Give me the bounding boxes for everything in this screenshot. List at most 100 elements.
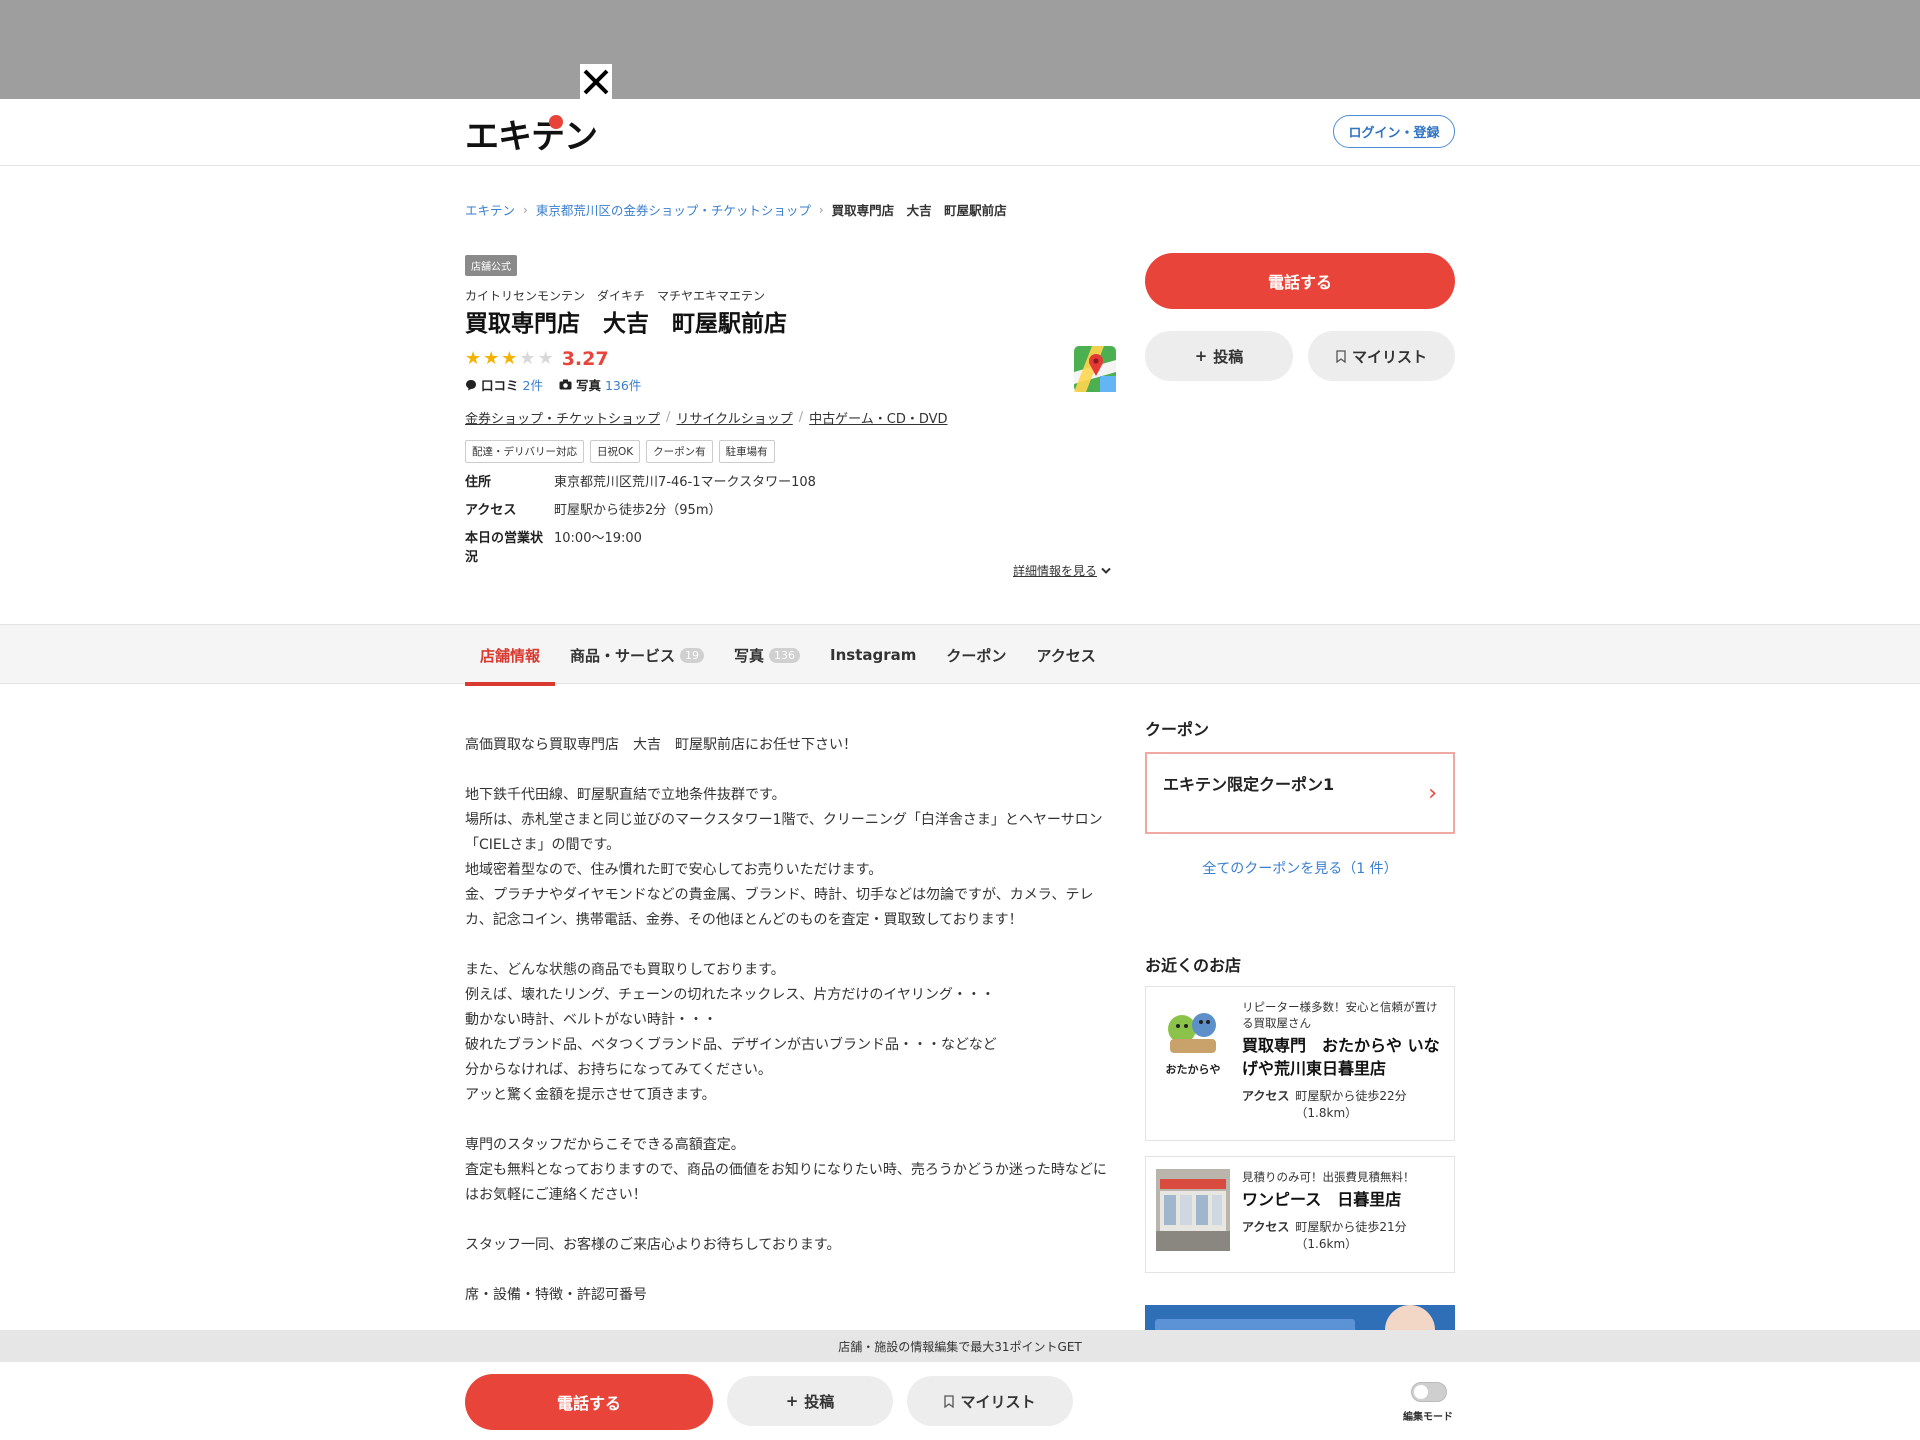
tab-label: Instagram [830, 646, 917, 664]
separator: / [666, 410, 671, 425]
call-button[interactable]: 電話する [1145, 253, 1455, 309]
feature-tag: 駐車場有 [718, 440, 775, 463]
bottom-post-button[interactable]: + 投稿 [727, 1376, 893, 1426]
feature-tag: 日祝OK [590, 440, 641, 463]
category-link[interactable]: 金券ショップ・チケットショップ [465, 408, 660, 427]
logo-dot-icon [549, 115, 563, 129]
speech-bubble-icon [466, 379, 476, 390]
banner-person-image [1385, 1305, 1435, 1330]
address-value: 東京都荒川区荒川7-46-1マークスタワー108 [554, 475, 816, 490]
nearby-thumb-label: おたからや [1165, 1063, 1221, 1076]
bookmark-icon [1336, 349, 1346, 363]
description-paragraph: スタッフ一同、お客様のご来店心よりお待ちしております。 [465, 1237, 841, 1253]
detail-info-link[interactable]: 詳細情報を見る [1013, 562, 1111, 579]
mylist-button[interactable]: マイリスト [1308, 331, 1455, 381]
official-badge: 店舗公式 [465, 255, 517, 276]
map-icon[interactable] [1074, 346, 1116, 392]
tab-access[interactable]: アクセス [1021, 625, 1110, 685]
shop-description: 高価買取なら買取専門店 大吉 町屋駅前店にお任せ下さい！ 地下鉄千代田線、町屋駅… [465, 733, 1115, 1308]
bookmark-icon [944, 1394, 955, 1408]
nearby-shop-card[interactable]: おたからや リピーター様多数！安心と信頼が置ける買取屋さん 買取専門 おたからや… [1145, 986, 1455, 1141]
tab-label: 商品・サービス [570, 646, 676, 665]
description-heading: 席・設備・特徴・許認可番号 [465, 1287, 647, 1303]
logo-text: エキテン [465, 116, 598, 157]
breadcrumb-current: 買取専門店 大吉 町屋駅前店 [831, 203, 1007, 218]
star-icon: ★ [501, 348, 518, 369]
toggle-knob [1414, 1385, 1428, 1399]
rating: ★ ★ ★ ★ ★ 3.27 [465, 348, 609, 370]
detail-info-label: 詳細情報を見る [1013, 564, 1098, 578]
star-icon: ★ [483, 348, 500, 369]
login-button[interactable]: ログイン・登録 [1333, 115, 1455, 148]
site-header: エキテン ログイン・登録 [0, 99, 1920, 166]
category-link[interactable]: リサイクルショップ [676, 408, 792, 427]
banner-decoration [1155, 1319, 1355, 1330]
nearby-access-label: アクセス [1242, 1220, 1290, 1234]
hours-value: 10:00〜19:00 [554, 531, 642, 546]
tab-label: アクセス [1036, 646, 1096, 665]
photo-count-value: 136件 [604, 378, 642, 393]
tab-photos[interactable]: 写真 136 [719, 625, 815, 685]
nearby-shop-card[interactable]: 見積りのみ可！出張費見積無料！ ワンピース 日暮里店 アクセス 町屋駅から徒歩2… [1145, 1156, 1455, 1273]
edit-mode-label: 編集モード [1403, 1412, 1453, 1423]
star-icon: ★ [519, 348, 536, 369]
hours-row: 本日の営業状況 10:00〜19:00 [465, 527, 642, 565]
shop-kana: カイトリセンモンテン ダイキチ マチヤエキマエテン [465, 289, 766, 303]
edit-mode-toggle[interactable] [1411, 1382, 1447, 1402]
review-count[interactable]: 口コミ 2件 [465, 375, 543, 394]
breadcrumb-category[interactable]: 東京都荒川区の金券ショップ・チケットショップ [536, 200, 811, 219]
tab-shop-info[interactable]: 店舗情報 [465, 625, 556, 686]
plus-icon: + [785, 1392, 799, 1410]
nearby-shop-access: アクセス 町屋駅から徒歩21分（1.6km） [1242, 1219, 1444, 1253]
photo-count[interactable]: 写真 136件 [559, 375, 641, 394]
mylist-label: マイリスト [960, 1392, 1036, 1411]
tab-instagram[interactable]: Instagram [815, 625, 931, 685]
nearby-shop-catch: リピーター様多数！安心と信頼が置ける買取屋さん [1242, 1000, 1438, 1030]
description-paragraph: 地下鉄千代田線、町屋駅直結で立地条件抜群です。 場所は、赤札堂さまと同じ並びのマ… [465, 787, 1103, 928]
counts-row: 口コミ 2件 写真 136件 [465, 375, 641, 394]
address-row: 住所 東京都荒川区荒川7-46-1マークスタワー108 [465, 471, 816, 490]
tab-bar: 店舗情報 商品・サービス 19 写真 136 Instagram クーポン アク… [0, 624, 1920, 686]
tab-coupon[interactable]: クーポン [931, 625, 1021, 685]
chevron-down-icon [1101, 567, 1111, 574]
nearby-shop-name: 買取専門 おたからや いなげや荒川東日暮里店 [1242, 1036, 1440, 1078]
post-label: 投稿 [804, 1392, 835, 1411]
breadcrumb-home[interactable]: エキテン [465, 200, 515, 219]
access-row: アクセス 町屋駅から徒歩2分（95m） [465, 499, 721, 518]
shop-name: 買取専門店 大吉 町屋駅前店 [465, 311, 787, 337]
category-link[interactable]: 中古ゲーム・CD・DVD [809, 408, 947, 427]
all-coupons-link[interactable]: 全てのクーポンを見る（1 件） [1145, 858, 1455, 878]
overlay-band [0, 0, 1920, 100]
feature-tags: 配達・デリバリー対応 日祝OK クーポン有 駐車場有 [465, 440, 775, 463]
review-count-value: 2件 [522, 378, 543, 393]
address-label: 住所 [465, 475, 492, 490]
bottom-mylist-button[interactable]: マイリスト [907, 1376, 1073, 1426]
post-label: 投稿 [1213, 347, 1244, 366]
nearby-section-title: お近くのお店 [1145, 956, 1242, 975]
nearby-shop-access: アクセス 町屋駅から徒歩22分（1.8km） [1242, 1088, 1444, 1122]
chevron-right-icon: › [523, 202, 528, 217]
site-logo[interactable]: エキテン [465, 113, 598, 157]
star-icon: ★ [537, 348, 554, 369]
rating-value: 3.27 [561, 348, 609, 370]
category-links: 金券ショップ・チケットショップ / リサイクルショップ / 中古ゲーム・CD・D… [465, 408, 948, 427]
bottom-call-button[interactable]: 電話する [465, 1374, 713, 1430]
close-icon[interactable] [580, 64, 612, 100]
promo-banner[interactable] [1145, 1305, 1455, 1330]
tab-label: 写真 [734, 646, 765, 665]
nearby-shop-thumbnail [1156, 1169, 1230, 1251]
review-label: 口コミ [481, 378, 519, 393]
photo-label: 写真 [575, 378, 601, 393]
mylist-label: マイリスト [1351, 347, 1427, 366]
description-paragraph: また、どんな状態の商品でも買取りしております。 例えば、壊れたリング、チェーンの… [465, 962, 997, 1103]
tab-label: 店舗情報 [480, 646, 541, 665]
star-icon: ★ [465, 348, 482, 369]
nearby-shop-catch: 見積りのみ可！出張費見積無料！ [1242, 1170, 1415, 1184]
nearby-shop-name: ワンピース 日暮里店 [1242, 1190, 1402, 1209]
access-label: アクセス [465, 503, 517, 518]
coupon-card[interactable]: エキテン限定クーポン1 › [1145, 752, 1455, 834]
post-button[interactable]: + 投稿 [1145, 331, 1293, 381]
plus-icon: + [1194, 347, 1208, 365]
tab-products[interactable]: 商品・サービス 19 [555, 625, 719, 685]
hours-label: 本日の営業状況 [465, 531, 544, 565]
